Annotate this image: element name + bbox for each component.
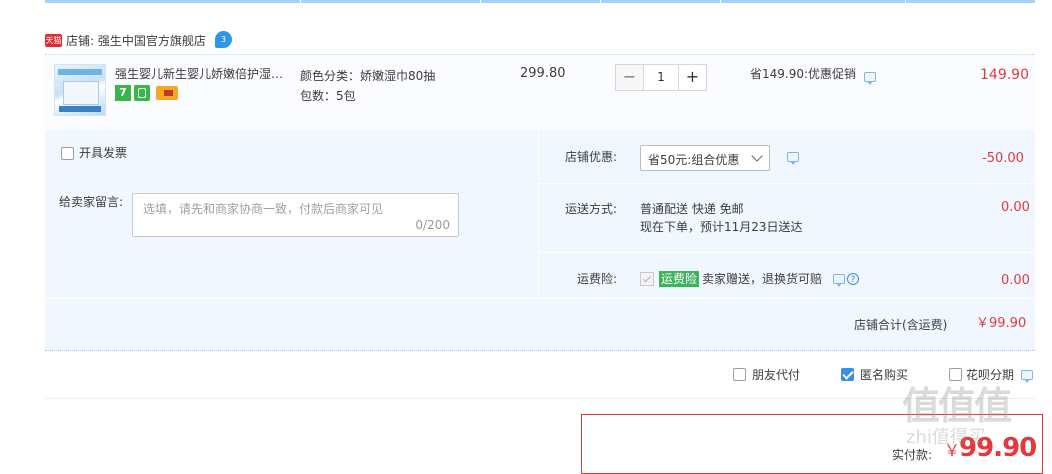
sku-pack: 包数：5包 (300, 89, 356, 103)
help-icon[interactable]: ? (847, 273, 859, 285)
product-sku: 颜色分类：娇嫩湿巾80抽 包数：5包 (300, 66, 435, 106)
anonymous-checkbox[interactable] (841, 368, 854, 381)
shop-discount-value: 省50元:组合优惠 (648, 153, 740, 167)
item-subtotal: 149.90 (980, 67, 1029, 83)
section-divider (45, 398, 1035, 399)
huabei-label: 花呗分期 (966, 368, 1015, 382)
credit-card-icon (156, 86, 178, 100)
message-counter: 0/200 (415, 218, 450, 232)
seven-day-return-icon: 7 (115, 85, 131, 101)
row-divider (45, 298, 1035, 299)
shop-label: 店铺: (66, 34, 95, 48)
column-divider (538, 130, 539, 298)
watermark: 值值值 (902, 384, 1012, 428)
insurance-amount: 0.00 (1001, 273, 1030, 288)
friend-pay-label: 朋友代付 (752, 368, 801, 382)
shipping-eta: 现在下单，预计11月23日送达 (640, 220, 803, 234)
insurance-desc: 卖家赠送，退换货可赔 (702, 272, 823, 286)
shipping-amount: 0.00 (1001, 200, 1030, 215)
discount-chat-icon[interactable] (787, 152, 799, 165)
insurance-checkbox[interactable] (640, 272, 654, 286)
shop-discount-amount: -50.00 (982, 151, 1024, 166)
shipping-label: 运送方式: (565, 202, 618, 216)
pay-label: 实付款: (892, 448, 933, 462)
row-divider (539, 252, 1035, 253)
quantity-stepper: − 1 + (615, 64, 707, 91)
qty-minus-button[interactable]: − (615, 64, 644, 91)
message-label: 给卖家留言: (59, 195, 124, 209)
friend-pay-checkbox[interactable] (733, 368, 746, 381)
section-divider (45, 350, 1035, 351)
huabei-chat-icon[interactable] (1021, 370, 1033, 383)
unit-price: 299.80 (520, 66, 566, 81)
message-placeholder: 选填，请先和商家协商一致，付款后商家可见 (143, 202, 384, 216)
genuine-guarantee-icon (134, 85, 150, 101)
invoice-checkbox[interactable] (61, 147, 74, 160)
shop-name-line[interactable]: 店铺: 强生中国官方旗舰店 (66, 33, 206, 49)
qty-input[interactable]: 1 (644, 64, 678, 91)
seller-message-input[interactable]: 选填，请先和商家协商一致，付款后商家可见 0/200 (132, 193, 459, 237)
qty-plus-button[interactable]: + (678, 64, 707, 91)
anonymous-label: 匿名购买 (860, 368, 909, 382)
shop-discount-label: 店铺优惠: (565, 150, 618, 164)
watermark-site: zhi值得买 (906, 427, 986, 448)
insurance-chat-icon[interactable] (833, 274, 845, 287)
shop-name-link[interactable]: 强生中国官方旗舰店 (98, 34, 206, 48)
huabei-checkbox[interactable] (949, 368, 962, 381)
insurance-label: 运费险: (577, 272, 618, 286)
promo-text: 省149.90:优惠促销 (750, 67, 857, 81)
shop-discount-select[interactable]: 省50元:组合优惠 (640, 145, 770, 171)
row-divider (539, 183, 1035, 184)
product-thumbnail[interactable] (54, 64, 106, 116)
wangwang-chat-icon[interactable]: 3 (215, 31, 232, 48)
insurance-badge: 运费险 (659, 271, 700, 287)
sku-color: 颜色分类：娇嫩湿巾80抽 (300, 69, 436, 83)
invoice-label: 开具发票 (79, 146, 128, 160)
promo-chat-icon[interactable] (864, 72, 876, 85)
shop-total-amount: ￥99.90 (976, 316, 1027, 331)
chevron-down-icon (751, 150, 763, 162)
tmall-tag: 天猫 (45, 34, 62, 47)
table-header-bar (45, 0, 1035, 3)
shop-total-label: 店铺合计(含运费) (854, 318, 948, 332)
product-title-link[interactable]: 强生婴儿新生婴儿娇嫩倍护湿巾80抽x5包 (115, 66, 295, 82)
shipping-method: 普通配送 快递 免邮 (640, 202, 744, 216)
